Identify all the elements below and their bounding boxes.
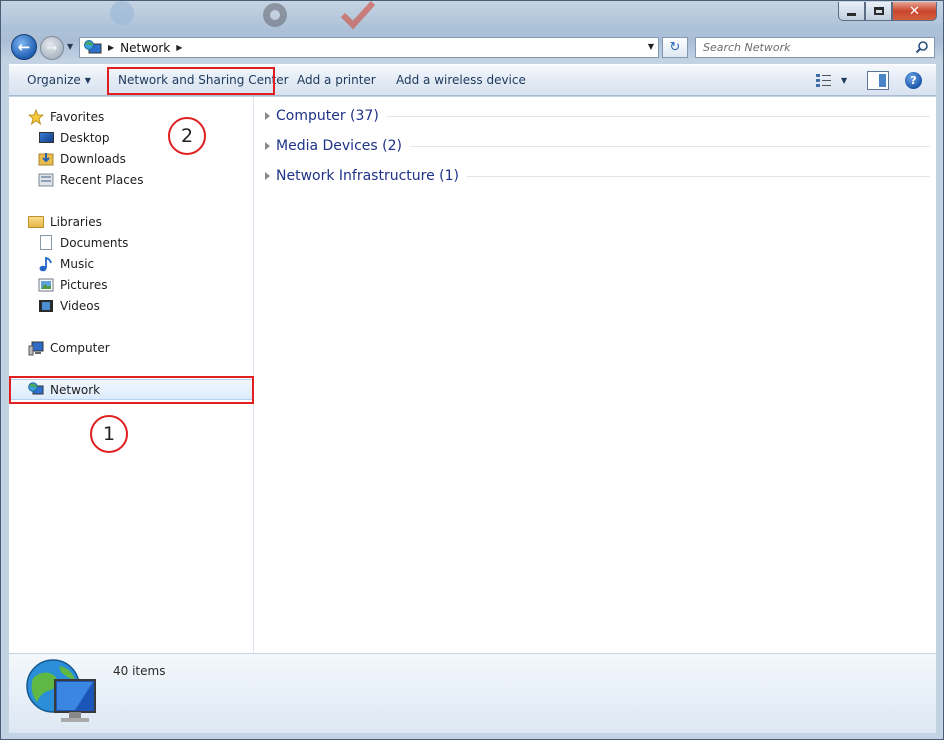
nav-recent-places[interactable]: Recent Places <box>9 169 253 190</box>
nav-computer[interactable]: Computer <box>9 337 253 358</box>
chevron-down-icon: ▼ <box>84 76 91 85</box>
documents-icon <box>38 235 54 251</box>
recent-pages-dropdown[interactable]: ▼ <box>67 42 73 51</box>
nav-downloads-label: Downloads <box>60 151 126 166</box>
group-media-devices[interactable]: Media Devices (2) <box>265 135 930 157</box>
nav-favorites[interactable]: Favorites <box>9 106 253 127</box>
maximize-button[interactable] <box>865 2 892 21</box>
breadcrumb-network[interactable]: Network <box>120 41 170 55</box>
background-app-icon <box>110 1 134 25</box>
address-bar[interactable]: ▶ Network ▶ ▼ <box>79 37 659 58</box>
recent-places-icon <box>38 172 54 188</box>
add-printer-button[interactable]: Add a printer <box>297 73 376 87</box>
help-icon: ? <box>910 74 917 87</box>
refresh-button[interactable]: ↻ <box>662 37 688 58</box>
nav-libraries-label: Libraries <box>50 214 102 229</box>
minimize-button[interactable] <box>838 2 865 21</box>
forward-arrow-icon: → <box>46 40 58 56</box>
nav-computer-label: Computer <box>50 340 110 355</box>
checkmark-icon <box>340 1 376 30</box>
nav-music-label: Music <box>60 256 95 271</box>
forward-button[interactable]: → <box>40 36 64 60</box>
nav-documents[interactable]: Documents <box>9 232 253 253</box>
address-dropdown-icon[interactable]: ▼ <box>648 42 654 51</box>
group-label: Computer (37) <box>276 108 379 124</box>
highlight-network-sharing <box>107 67 275 95</box>
downloads-icon <box>38 151 54 167</box>
nav-videos[interactable]: Videos <box>9 295 253 316</box>
explorer-window: ✕ ← → ▼ ▶ Network ▶ ▼ ↻ Search Network O… <box>0 0 944 740</box>
nav-pictures-label: Pictures <box>60 277 108 292</box>
nav-downloads[interactable]: Downloads <box>9 148 253 169</box>
libraries-icon <box>28 214 44 230</box>
view-list-icon <box>816 74 831 87</box>
annotation-step-1: 1 <box>90 415 128 453</box>
group-divider <box>409 145 930 147</box>
nav-favorites-label: Favorites <box>50 109 105 124</box>
window-controls: ✕ <box>838 2 937 21</box>
group-divider <box>466 175 930 177</box>
expand-triangle-icon[interactable] <box>265 142 270 150</box>
nav-music[interactable]: Music <box>9 253 253 274</box>
back-button[interactable]: ← <box>11 34 37 60</box>
refresh-icon: ↻ <box>669 40 681 55</box>
group-divider <box>386 115 930 117</box>
expand-triangle-icon[interactable] <box>265 172 270 180</box>
network-icon <box>84 39 102 53</box>
videos-icon <box>38 298 54 314</box>
organize-label: Organize <box>27 73 81 87</box>
organize-button[interactable]: Organize ▼ <box>27 73 91 87</box>
group-label: Media Devices (2) <box>276 138 402 154</box>
gear-icon <box>263 3 287 27</box>
nav-videos-label: Videos <box>60 298 100 313</box>
preview-pane-button[interactable] <box>867 71 889 90</box>
nav-desktop-label: Desktop <box>60 130 110 145</box>
details-pane: 40 items <box>9 653 936 733</box>
nav-desktop[interactable]: Desktop <box>9 127 253 148</box>
star-icon <box>28 108 44 125</box>
annotation-step-2: 2 <box>168 117 206 155</box>
search-box <box>695 37 935 58</box>
navigation-row: ← → ▼ ▶ Network ▶ ▼ ↻ <box>1 31 943 63</box>
minimize-icon <box>847 12 856 16</box>
search-icon[interactable] <box>915 40 929 54</box>
title-bar[interactable]: ✕ <box>1 1 943 31</box>
network-globe-icon <box>26 659 96 722</box>
item-count: 40 items <box>113 664 166 678</box>
add-wireless-device-button[interactable]: Add a wireless device <box>396 73 526 87</box>
search-input[interactable] <box>703 41 903 54</box>
nav-pictures[interactable]: Pictures <box>9 274 253 295</box>
breadcrumb-separator-icon[interactable]: ▶ <box>108 43 114 52</box>
music-note-icon <box>38 256 54 272</box>
maximize-icon <box>873 7 884 15</box>
close-button[interactable]: ✕ <box>892 2 937 21</box>
desktop-icon <box>38 130 54 146</box>
group-label: Network Infrastructure (1) <box>276 168 459 184</box>
nav-recent-places-label: Recent Places <box>60 172 144 187</box>
expand-triangle-icon[interactable] <box>265 112 270 120</box>
highlight-network-nav <box>9 376 254 404</box>
content-area: Favorites Desktop Downloads Recent Place… <box>9 97 936 653</box>
computer-icon <box>28 340 44 356</box>
change-view-button[interactable]: ▼ <box>815 72 847 88</box>
chevron-down-icon[interactable]: ▼ <box>841 76 847 85</box>
pictures-icon <box>38 277 54 293</box>
file-list: Computer (37) Media Devices (2) Network … <box>255 97 936 653</box>
command-bar: Organize ▼ Network and Sharing Center Add… <box>9 64 936 96</box>
preview-pane-icon <box>879 74 886 87</box>
nav-libraries[interactable]: Libraries <box>9 211 253 232</box>
nav-documents-label: Documents <box>60 235 129 250</box>
navigation-pane: Favorites Desktop Downloads Recent Place… <box>9 97 254 653</box>
close-icon: ✕ <box>909 3 920 19</box>
group-network-infrastructure[interactable]: Network Infrastructure (1) <box>265 165 930 187</box>
back-arrow-icon: ← <box>17 38 31 56</box>
help-button[interactable]: ? <box>905 72 922 89</box>
group-computer[interactable]: Computer (37) <box>265 105 930 127</box>
breadcrumb-separator-icon[interactable]: ▶ <box>176 43 182 52</box>
